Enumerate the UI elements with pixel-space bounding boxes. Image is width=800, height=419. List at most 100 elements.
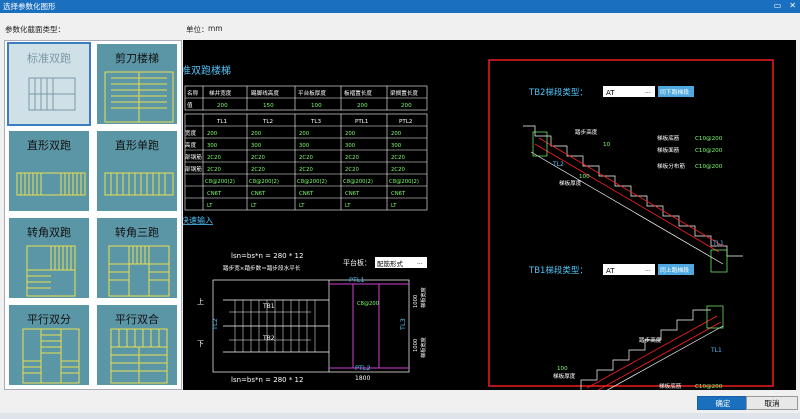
- tb2-dist-bar: 梯板分布筋: [657, 162, 685, 170]
- close-icon[interactable]: ✕: [789, 1, 796, 10]
- tb2-more-icon[interactable]: ···: [645, 90, 651, 97]
- t1-h1: 梯井宽度: [209, 89, 232, 97]
- tile-corner-double[interactable]: 转角双跑: [7, 216, 91, 300]
- tb2-label: TB2梯段类型：: [528, 87, 588, 98]
- tile-straight-double[interactable]: 直形双跑: [7, 129, 91, 213]
- tb1-more-icon[interactable]: ···: [645, 268, 651, 275]
- plan-c8: C8@200: [357, 301, 379, 307]
- cad-heading: 准双跑楼梯: [183, 64, 231, 77]
- t2-c: LT: [391, 203, 397, 209]
- cancel-button[interactable]: 取消: [746, 396, 798, 410]
- plan-1000b: 1000: [413, 339, 419, 352]
- platform-more-icon[interactable]: ···: [417, 261, 423, 268]
- t2-c: 200: [251, 131, 262, 137]
- plan-ptl1: PTL1: [349, 276, 365, 284]
- tb2-thick-val: 100: [579, 174, 590, 180]
- t2-c: 2C20: [345, 167, 359, 173]
- stair-thumbnail-icon: [28, 77, 76, 111]
- tb1-label: TB1梯段类型：: [528, 265, 588, 276]
- stair-thumbnail-icon: [104, 71, 174, 123]
- formula-top: lsn=bs*n = 280 * 12: [231, 252, 303, 260]
- plan-ptl2: PTL2: [355, 364, 371, 372]
- plan-up: 上: [197, 297, 204, 306]
- tile-straight-single[interactable]: 直形单跑: [95, 129, 179, 213]
- t2-c: C8@200(2): [297, 179, 327, 185]
- t2-c: 300: [251, 143, 262, 149]
- window-title: 选择参数化图形: [3, 2, 56, 11]
- tb1-thick: 梯板厚度: [553, 372, 576, 380]
- ok-button[interactable]: 确定: [697, 396, 749, 410]
- tile-corner-triple[interactable]: 转角三跑: [95, 216, 179, 300]
- t1-r1: 200: [217, 103, 228, 109]
- plan-down: 下: [197, 340, 204, 348]
- t1-h5: 梁搁置长度: [390, 89, 418, 97]
- stair-thumbnail-icon: [26, 245, 76, 297]
- t2-c: 300: [345, 143, 356, 149]
- plan-tb2: TB2: [262, 335, 275, 342]
- tb1-step-h: 踏步高度: [639, 336, 662, 344]
- t2-h5: PTL2: [399, 119, 412, 125]
- plan-width-2: 梯板宽度: [419, 337, 427, 358]
- t2-l2: 部钢筋: [185, 153, 202, 161]
- t1-r3: 100: [311, 103, 322, 109]
- tb1-link: 同上跑梯段: [660, 266, 689, 274]
- tile-scissor[interactable]: 剪刀楼梯: [95, 42, 179, 126]
- plan-1000a: 1000: [413, 295, 419, 308]
- unit-value: mm: [208, 24, 223, 33]
- title-bar: 选择参数化图形 ▭ ✕: [0, 0, 800, 13]
- tile-standard-double[interactable]: 标准双跑: [7, 42, 91, 126]
- t2-c: 2C20: [345, 155, 359, 161]
- stair-thumbnail-icon: [104, 172, 174, 196]
- section-frame: [488, 59, 774, 387]
- tb2-value: AT: [606, 89, 615, 97]
- unit-label: 单位：: [186, 25, 209, 34]
- cad-preview[interactable]: 准双跑楼梯 名称 梯井宽度 踢脚线高度 平台板厚度 板褶置长度 梁搁置长度 值 …: [183, 40, 796, 390]
- t2-c: C8@200(2): [249, 179, 279, 185]
- t1-h0: 名称: [187, 89, 199, 97]
- t2-c: 200: [391, 131, 402, 137]
- tb2-thick: 梯板厚度: [559, 179, 582, 187]
- t2-c: CN6T: [345, 191, 360, 197]
- platform-label: 平台板：: [343, 258, 371, 267]
- t2-c: 200: [299, 131, 310, 137]
- plan-width-1: 梯板宽度: [419, 287, 427, 308]
- tile-parallel-merge[interactable]: 平行双合: [95, 303, 179, 387]
- t2-c: 300: [299, 143, 310, 149]
- t2-c: 200: [345, 131, 356, 137]
- tile-parallel-split[interactable]: 平行双分: [7, 303, 91, 387]
- tb1-tl1: TL1: [710, 347, 722, 354]
- restore-icon[interactable]: ▭: [774, 1, 782, 10]
- tb2-dist-val: C10@200: [695, 164, 723, 170]
- t2-c: 2C20: [207, 155, 221, 161]
- t2-c: CN6T: [207, 191, 222, 197]
- platform-value: 配筋形式: [377, 259, 404, 268]
- cad-drawing: 准双跑楼梯 名称 梯井宽度 踢脚线高度 平台板厚度 板褶置长度 梁搁置长度 值 …: [183, 59, 774, 390]
- t2-c: 200: [207, 131, 218, 137]
- plan-tl2: TL2: [211, 318, 219, 331]
- tb2-bottom-val: C10@200: [695, 136, 723, 142]
- tb2-link: 同下跑梯段: [660, 88, 689, 96]
- stair-thumbnail-icon: [110, 328, 168, 384]
- t2-c: 2C20: [207, 167, 221, 173]
- section-type-list: 标准双跑 剪刀楼梯 直形双跑 直形单跑 转角双跑 转角三跑 平行双分 平行双合: [4, 40, 182, 390]
- tb2-step-h: 踏步高度: [575, 128, 598, 136]
- plan-tb1: TB1: [262, 303, 275, 310]
- t2-c: 2C20: [251, 167, 265, 173]
- t2-c: CN6T: [299, 191, 314, 197]
- tb1-value: AT: [606, 267, 615, 275]
- t2-c: LT: [299, 203, 305, 209]
- t1-h2: 踢脚线高度: [251, 89, 279, 97]
- formula-bottom: lsn=bs*n = 280 * 12: [231, 376, 303, 384]
- quick-input-link[interactable]: 快速输入: [183, 215, 213, 225]
- tb2-tl1: TL1: [712, 240, 724, 247]
- stair-thumbnail-icon: [22, 328, 80, 384]
- tb1-bottom-val: C10@200: [695, 384, 723, 390]
- t2-c: 300: [207, 143, 218, 149]
- stair-thumbnail-icon: [108, 245, 170, 297]
- t2-c: 2C20: [391, 167, 405, 173]
- t1-r0: 值: [187, 101, 193, 109]
- t2-c: C8@200(2): [205, 179, 235, 185]
- tb2-ten: 10: [603, 142, 611, 148]
- t2-h3: TL3: [310, 119, 322, 125]
- tb2-tl2: TL2: [552, 161, 564, 168]
